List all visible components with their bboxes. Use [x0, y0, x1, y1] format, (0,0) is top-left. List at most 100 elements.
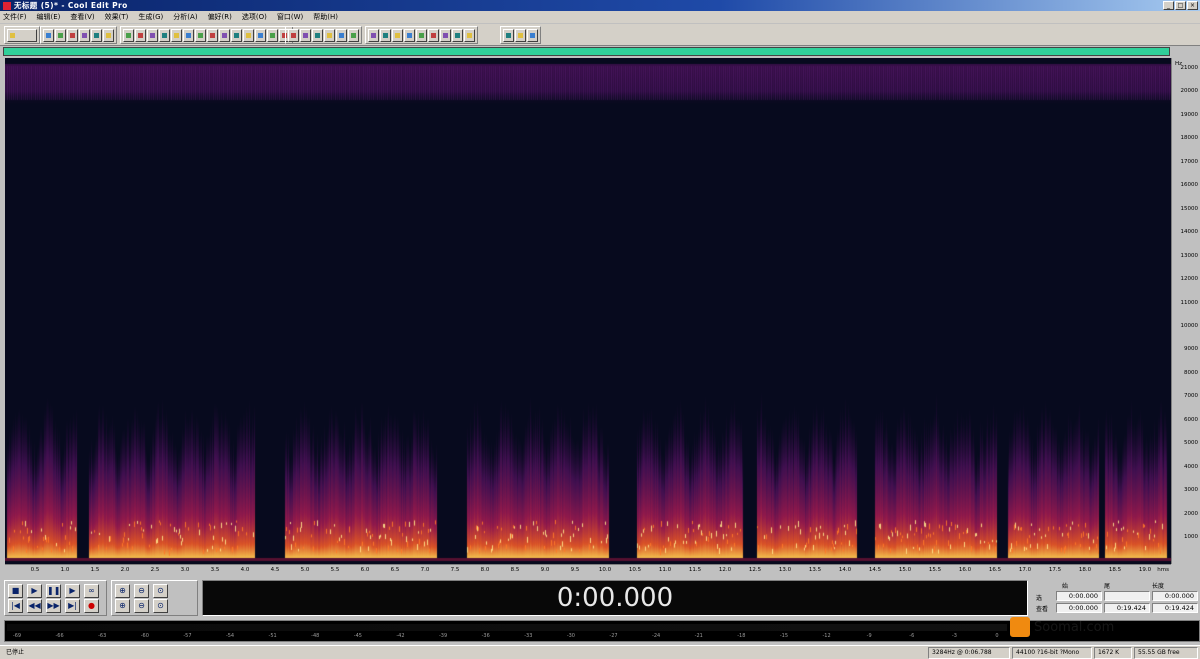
view-length-field[interactable]: 0:19.424: [1152, 603, 1198, 613]
level-meter-tick-label: -60: [140, 633, 149, 639]
edit-tool-button[interactable]: [267, 28, 278, 42]
edit-tool-button[interactable]: [159, 28, 170, 42]
edit-tool-button[interactable]: [171, 28, 182, 42]
help-tool-button[interactable]: [503, 28, 514, 42]
menu-effects[interactable]: 效果(T): [105, 12, 129, 22]
window-controls: _ □ ×: [1163, 1, 1198, 10]
file-tool-button[interactable]: [79, 28, 90, 42]
edit-tool-button[interactable]: [243, 28, 254, 42]
tools-tool-button[interactable]: [348, 28, 359, 42]
zoom-in-vertical-button[interactable]: ⊕: [115, 599, 130, 613]
help-tool-button[interactable]: [527, 28, 538, 42]
edit-tool-button[interactable]: [207, 28, 218, 42]
edit-tool-button[interactable]: [183, 28, 194, 42]
zoom-out-vertical-button[interactable]: ⊖: [134, 599, 149, 613]
options-tool-button[interactable]: [368, 28, 379, 42]
level-meter-tick-label: -3: [951, 633, 957, 639]
tool-icon: [258, 32, 263, 38]
go-to-start-button[interactable]: |◀: [8, 599, 23, 613]
edit-tool-button[interactable]: [255, 28, 266, 42]
level-meter-bar: [7, 624, 1007, 631]
menu-analyze[interactable]: 分析(A): [173, 12, 197, 22]
time-tick-label: 14.0: [838, 567, 852, 573]
file-tool-button[interactable]: [55, 28, 66, 42]
edit-tool-button[interactable]: [195, 28, 206, 42]
edit-tool-button[interactable]: [147, 28, 158, 42]
tools-tool-button[interactable]: [324, 28, 335, 42]
record-button[interactable]: ●: [84, 599, 99, 613]
status-format: 44100 ?16-bit ?Mono: [1012, 647, 1092, 659]
time-unit: hms: [1157, 567, 1169, 573]
menu-favorites[interactable]: 偏好(R): [208, 12, 232, 22]
time-tick-label: 17.5: [1048, 567, 1062, 573]
tools-tool-button[interactable]: [300, 28, 311, 42]
status-bar: 已停止 3284Hz @ 0:06.788 44100 ?16-bit ?Mon…: [0, 645, 1200, 659]
spectral-view[interactable]: [5, 58, 1171, 564]
time-tick-label: 16.0: [958, 567, 972, 573]
menu-edit[interactable]: 编辑(E): [37, 12, 61, 22]
view-tool-button[interactable]: [7, 28, 37, 42]
play-button[interactable]: ▶: [27, 584, 42, 598]
header-begin: 始: [1062, 583, 1069, 590]
file-tool-button[interactable]: [91, 28, 102, 42]
selection-begin-field[interactable]: 0:00.000: [1056, 591, 1102, 601]
menu-generate[interactable]: 生成(G): [138, 12, 163, 22]
tools-tool-button[interactable]: [336, 28, 347, 42]
selection-end-field[interactable]: [1104, 591, 1150, 601]
level-meter-tick-label: -30: [566, 633, 575, 639]
help-tool-button[interactable]: [515, 28, 526, 42]
header-end: 尾: [1104, 583, 1111, 590]
menu-view[interactable]: 查看(V): [70, 12, 94, 22]
zoom-in-horizontal-button[interactable]: ⊕: [115, 584, 130, 598]
edit-tool-button[interactable]: [123, 28, 134, 42]
menu-help[interactable]: 帮助(H): [313, 12, 338, 22]
menu-window[interactable]: 窗口(W): [277, 12, 303, 22]
pause-button[interactable]: ❚❚: [46, 584, 61, 598]
level-meter-tick-label: -45: [353, 633, 362, 639]
fast-forward-button[interactable]: ▶▶: [46, 599, 61, 613]
level-meter-tick-label: -66: [55, 633, 64, 639]
view-end-field[interactable]: 0:19.424: [1104, 603, 1150, 613]
zoom-selection-button[interactable]: ⊙: [153, 599, 168, 613]
level-meter-tick-label: -69: [12, 633, 22, 639]
rewind-button[interactable]: ◀◀: [27, 599, 42, 613]
edit-tool-button[interactable]: [135, 28, 146, 42]
menu-options[interactable]: 选项(O): [242, 12, 267, 22]
playback-progress-bar[interactable]: [3, 47, 1170, 56]
edit-tool-button[interactable]: [231, 28, 242, 42]
tool-icon: [234, 32, 239, 38]
tool-icon: [222, 32, 227, 38]
options-tool-button[interactable]: [464, 28, 475, 42]
time-tick-label: 1.5: [90, 567, 100, 573]
tool-icon: [327, 32, 332, 38]
file-tool-button[interactable]: [67, 28, 78, 42]
zoom-out-horizontal-button[interactable]: ⊖: [134, 584, 149, 598]
tools-tool-button[interactable]: [288, 28, 299, 42]
options-tool-button[interactable]: [392, 28, 403, 42]
edit-tool-button[interactable]: [219, 28, 230, 42]
view-begin-field[interactable]: 0:00.000: [1056, 603, 1102, 613]
stop-button[interactable]: ■: [8, 584, 23, 598]
loop-button[interactable]: ∞: [84, 584, 99, 598]
maximize-button[interactable]: □: [1175, 1, 1186, 10]
spectrogram-canvas[interactable]: [5, 58, 1171, 564]
time-tick-label: 7.5: [450, 567, 460, 573]
time-ruler[interactable]: hms 0.5 1.0 1.5 2.0 2.5 3.0 3.5 4.0 4.5 5.0 5.5 6.0…: [5, 564, 1171, 576]
close-button[interactable]: ×: [1187, 1, 1198, 10]
menu-file[interactable]: 文件(F): [3, 12, 27, 22]
play-to-end-button[interactable]: ▶: [65, 584, 80, 598]
tool-icon: [10, 32, 15, 38]
tools-tool-button[interactable]: [312, 28, 323, 42]
options-tool-button[interactable]: [416, 28, 427, 42]
options-tool-button[interactable]: [380, 28, 391, 42]
options-tool-button[interactable]: [452, 28, 463, 42]
zoom-full-button[interactable]: ⊙: [153, 584, 168, 598]
minimize-button[interactable]: _: [1163, 1, 1174, 10]
options-tool-button[interactable]: [404, 28, 415, 42]
go-to-end-button[interactable]: ▶|: [65, 599, 80, 613]
file-tool-button[interactable]: [43, 28, 54, 42]
options-tool-button[interactable]: [428, 28, 439, 42]
options-tool-button[interactable]: [440, 28, 451, 42]
selection-length-field[interactable]: 0:00.000: [1152, 591, 1198, 601]
file-tool-button[interactable]: [103, 28, 114, 42]
